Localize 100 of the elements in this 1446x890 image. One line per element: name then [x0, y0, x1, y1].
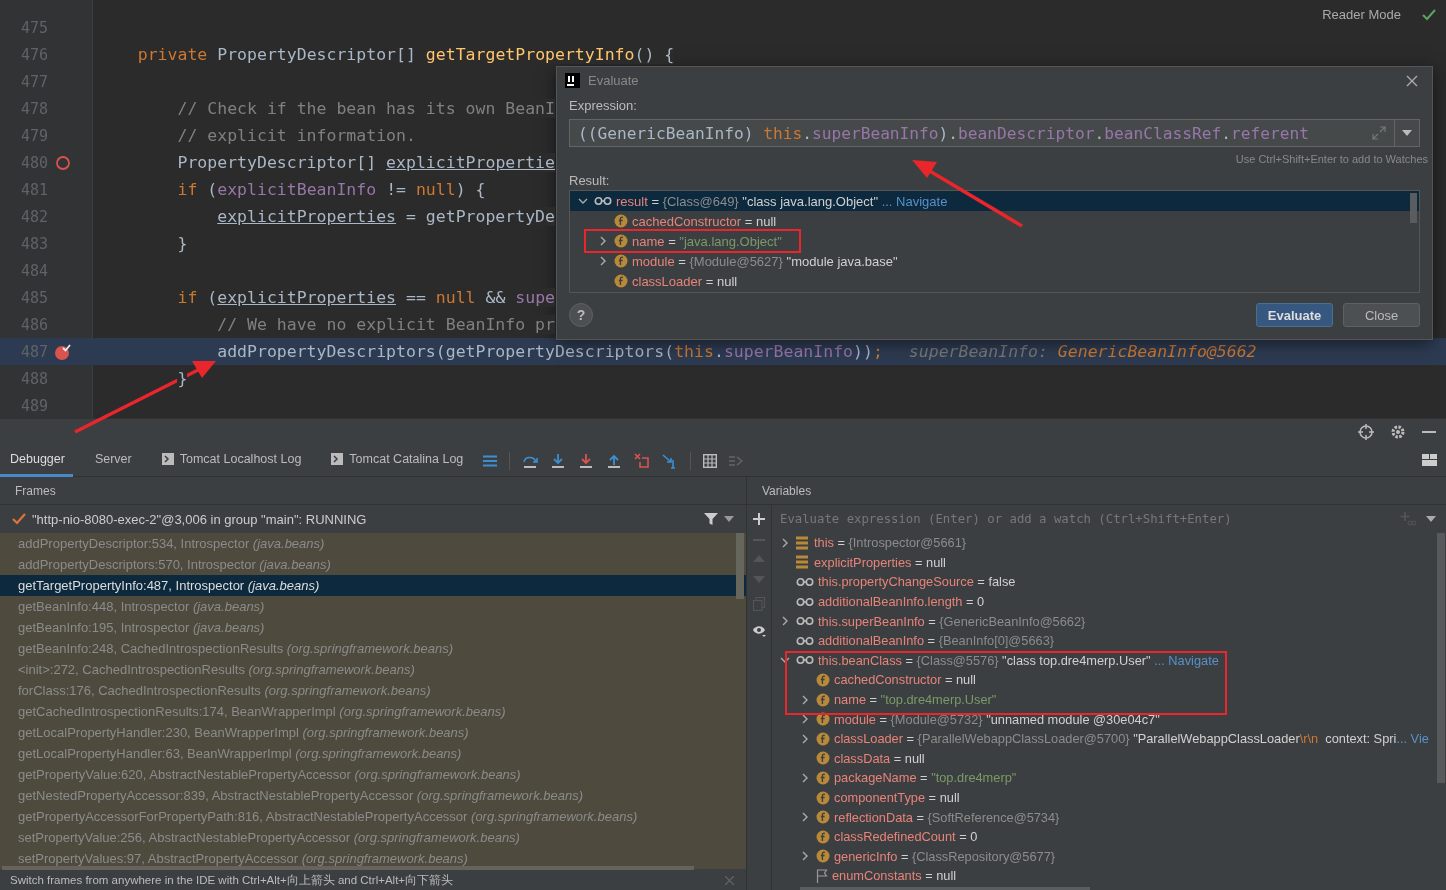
code-line: explicitProperties = getPropertyDe: [216, 207, 555, 226]
code-line: PropertyDescriptor[] explicitPropertie: [176, 153, 555, 172]
chevron-icon[interactable]: [598, 236, 608, 246]
up-icon: [753, 555, 765, 562]
close-button[interactable]: Close: [1343, 303, 1420, 327]
frames-title: Frames: [15, 483, 56, 498]
variable-text: additionalBeanInfo = {BeanInfo[0]@5663}: [818, 633, 1055, 649]
variable-text: this.propertyChangeSource = false: [818, 574, 1016, 590]
breakpoint-icon[interactable]: [54, 342, 72, 361]
chevron-icon[interactable]: [800, 812, 810, 823]
variable-text: componentType = null: [834, 790, 960, 805]
frame-item[interactable]: getPropertyAccessorForPropertyPath:816, AbstractNestablePropertyAccessor (org.springframework.beans): [0, 806, 746, 827]
frame-item[interactable]: getBeanInfo:448, Introspector (java.beans): [0, 596, 746, 617]
result-label: Result:: [569, 173, 610, 188]
chevron-icon[interactable]: [780, 616, 790, 627]
add-watch-icon: [1400, 512, 1416, 526]
variable-text: enumConstants = null: [832, 868, 957, 884]
chevron-icon[interactable]: [800, 714, 810, 725]
frame-item[interactable]: getTargetPropertyInfo:487, Introspector (java.beans): [0, 575, 746, 596]
copy-icon: [753, 597, 765, 611]
chevron-icon[interactable]: [800, 694, 810, 705]
frames-hint: Switch frames from anywhere in the IDE with Ctrl+Alt+向上箭头 and Ctrl+Alt+向下箭头: [10, 872, 454, 888]
chevron-icon[interactable]: [598, 256, 608, 266]
trace-icon: [729, 454, 744, 467]
app-logo-icon: [565, 73, 580, 88]
code-line: addPropertyDescriptors(getPropertyDescriptors(this.superBeanInfo)); superBeanInfo: GenericBeanInfo@5662: [216, 342, 1257, 361]
threads-icon[interactable]: [483, 454, 498, 467]
frame-item[interactable]: getLocalPropertyHandler:63, BeanWrapperImpl (org.springframework.beans): [0, 743, 746, 764]
frame-item[interactable]: addPropertyDescriptors:570, Introspector (java.beans): [0, 554, 746, 575]
step-out-icon[interactable]: [606, 452, 623, 469]
variable-text: classData = null: [834, 750, 925, 766]
calculator-icon[interactable]: [703, 453, 718, 468]
code-line: private PropertyDescriptor[] getTargetPropertyInfo() {: [136, 45, 675, 64]
check-icon: [12, 513, 26, 525]
result-text: name = "java.lang.Object": [632, 233, 782, 249]
frame-item[interactable]: getNestedPropertyAccessor:839, AbstractNestablePropertyAccessor (org.springframework.beans): [0, 785, 746, 806]
variable-text: this = {Introspector@5661}: [814, 535, 967, 551]
down-icon: [753, 576, 765, 583]
variables-title: Variables: [762, 483, 812, 498]
caret-icon[interactable]: [1426, 516, 1436, 522]
reader-mode-link[interactable]: Reader Mode: [1322, 7, 1401, 22]
frame-item[interactable]: addPropertyDescriptor:534, Introspector (java.beans): [0, 533, 746, 554]
help-button[interactable]: ?: [569, 303, 593, 327]
result-text: module = {Module@5627} "module java.base": [632, 253, 898, 269]
result-text: classLoader = null: [632, 273, 738, 289]
code-line: if (explicitBeanInfo != null) {: [176, 180, 486, 199]
variable-text: cachedConstructor = null: [834, 672, 976, 688]
frame-item[interactable]: <init>:272, CachedIntrospectionResults (org.springframework.beans): [0, 659, 746, 680]
variable-text: explicitProperties = null: [814, 554, 946, 570]
variable-text: reflectionData = {SoftReference@5734}: [834, 809, 1060, 825]
close-icon[interactable]: [1406, 74, 1418, 87]
expression-field[interactable]: ((GenericBeanInfo) this.superBeanInfo).beanDescriptor.beanClassRef.referent: [569, 119, 1420, 147]
force-step-into-icon[interactable]: [578, 452, 595, 469]
thread-label[interactable]: "http-nio-8080-exec-2"@3,006 in group "main": RUNNING: [32, 511, 367, 527]
chevron-icon[interactable]: [578, 196, 588, 206]
settings-icon[interactable]: [1390, 424, 1406, 440]
frame-item[interactable]: getPropertyValue:620, AbstractNestablePropertyAccessor (org.springframework.beans): [0, 764, 746, 785]
scrollbar[interactable]: [736, 533, 744, 599]
result-text: result = {Class@649} "class java.lang.Object" ... Navigate: [616, 193, 948, 209]
variable-text: genericInfo = {ClassRepository@5677}: [834, 848, 1056, 864]
variable-text: module = {Module@5732} "unnamed module @30e04c7": [834, 711, 1160, 727]
watch-hint: Use Ctrl+Shift+Enter to add to Watches: [1235, 153, 1428, 165]
frame-item[interactable]: forClass:176, CachedIntrospectionResults (org.springframework.beans): [0, 680, 746, 701]
result-text: cachedConstructor = null: [632, 213, 777, 229]
frame-item[interactable]: setPropertyValue:256, AbstractNestablePropertyAccessor (org.springframework.beans): [0, 827, 746, 848]
variable-text: name = "top.dre4merp.User": [834, 692, 997, 708]
minimize-icon[interactable]: [1422, 430, 1436, 434]
tab[interactable]: Tomcat Localhost Log: [151, 444, 310, 477]
variable-text: this.superBeanInfo = {GenericBeanInfo@5662}: [818, 613, 1086, 629]
add-icon[interactable]: [753, 513, 765, 525]
variable-text: this.beanClass = {Class@5576} "class top.dre4merp.User" ... Navigate: [818, 652, 1219, 668]
check-icon: [1422, 9, 1436, 21]
layout-icon[interactable]: [1422, 453, 1438, 468]
frame-item[interactable]: getLocalPropertyHandler:230, BeanWrapperImpl (org.springframework.beans): [0, 722, 746, 743]
chevron-icon[interactable]: [800, 733, 810, 744]
crosshair-icon[interactable]: [1358, 424, 1374, 440]
drop-frame-icon[interactable]: [634, 452, 651, 469]
selected-result-row[interactable]: result = {Class@649} "class java.lang.Object" ... Navigate: [570, 191, 1419, 211]
caret-icon: [1402, 130, 1412, 136]
dialog-title: Evaluate: [588, 73, 639, 88]
chevron-icon[interactable]: [800, 851, 810, 862]
watch-input[interactable]: Evaluate expression (Enter) or add a watch (Ctrl+Shift+Enter): [772, 511, 1390, 527]
chevron-icon[interactable]: [800, 772, 810, 783]
eye-icon[interactable]: [752, 625, 766, 637]
caret-icon[interactable]: [724, 516, 734, 522]
tab[interactable]: Tomcat Catalina Log: [321, 444, 472, 477]
frame-item[interactable]: getCachedIntrospectionResults:174, BeanWrapperImpl (org.springframework.beans): [0, 701, 746, 722]
filter-icon[interactable]: [704, 512, 718, 526]
tab[interactable]: Server: [84, 444, 140, 477]
step-into-icon[interactable]: [550, 452, 567, 469]
chevron-icon[interactable]: [780, 537, 790, 548]
expression-label: Expression:: [569, 98, 637, 113]
frame-item[interactable]: getBeanInfo:195, Introspector (java.beans): [0, 617, 746, 638]
code-line: if (explicitProperties == null && supe: [176, 288, 556, 307]
frame-item[interactable]: getBeanInfo:248, CachedIntrospectionResults (org.springframework.beans): [0, 638, 746, 659]
variable-text: classRedefinedCount = 0: [834, 829, 978, 845]
scrollbar[interactable]: [1437, 533, 1445, 783]
evaluate-button[interactable]: Evaluate: [1256, 303, 1333, 327]
scrollbar[interactable]: [1410, 193, 1417, 223]
variable-text: classLoader = {ParallelWebappClassLoader@5700} "ParallelWebappClassLoader\r\n context: Spri... Vie: [834, 731, 1429, 747]
